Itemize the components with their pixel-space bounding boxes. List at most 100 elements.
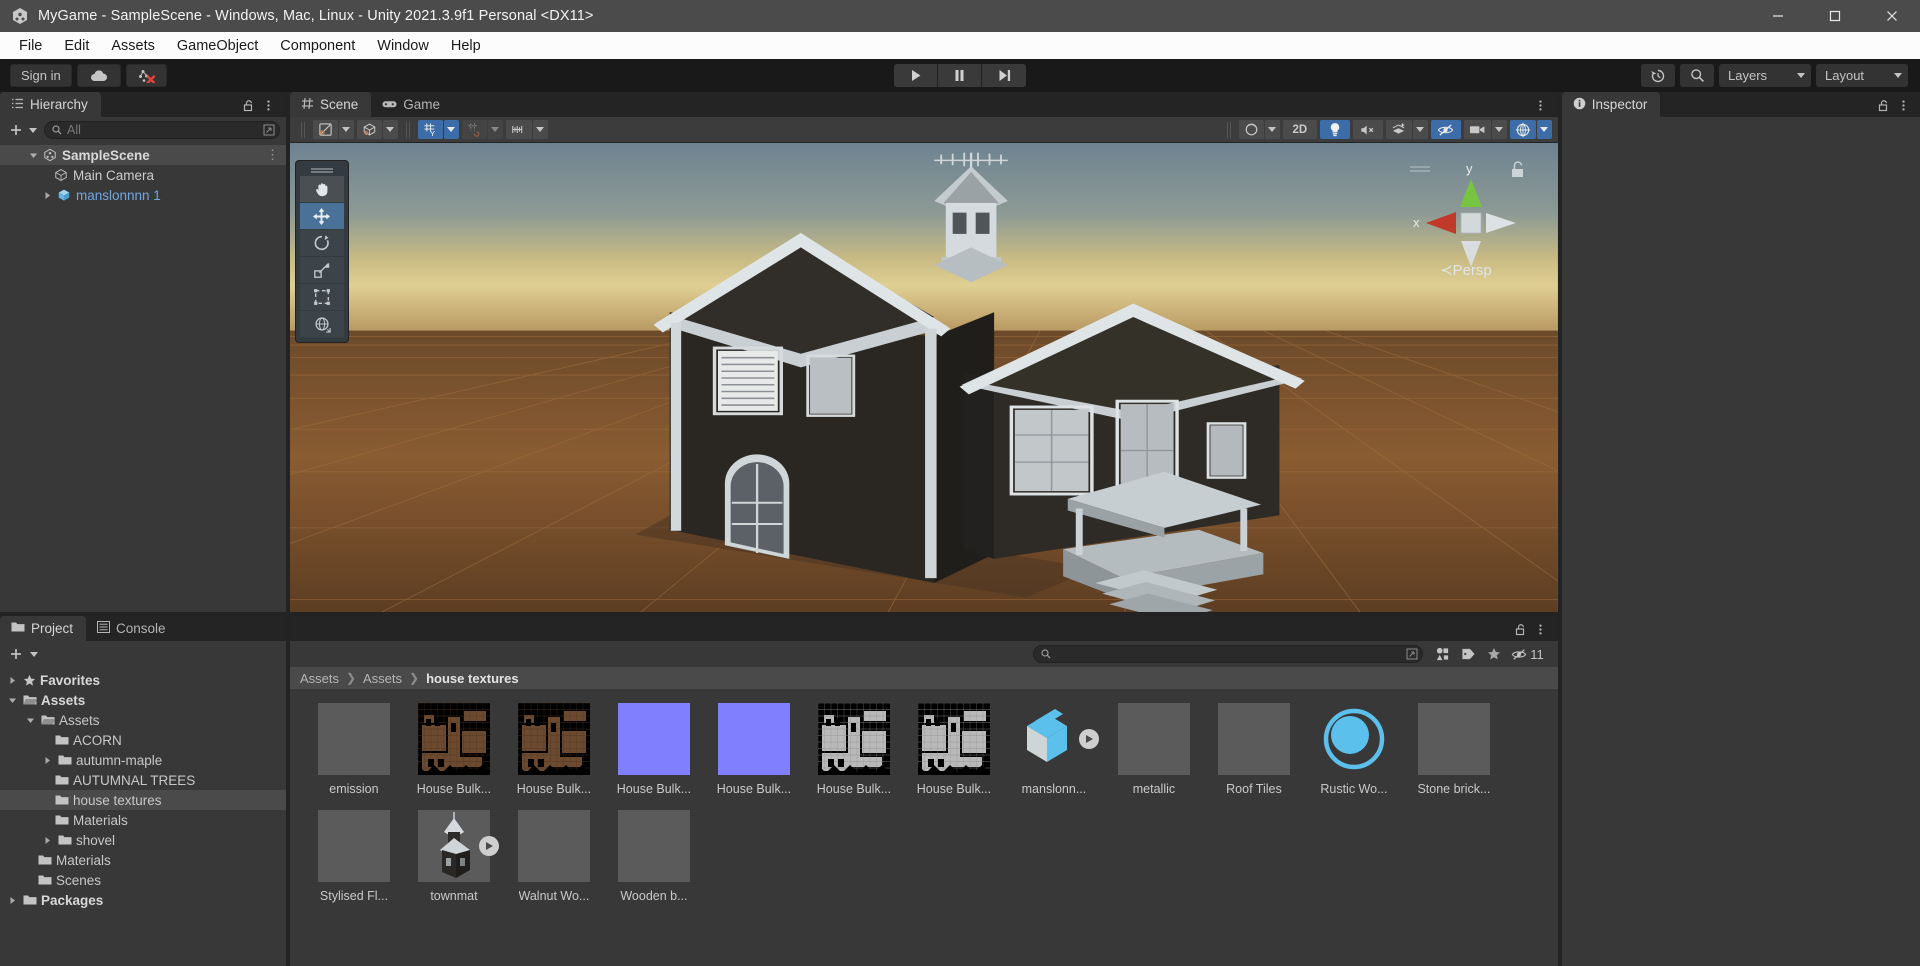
project-tree-item-shovel[interactable]: shovel <box>0 830 286 850</box>
close-icon[interactable] <box>1863 0 1920 32</box>
effects-dropdown[interactable] <box>1412 120 1428 139</box>
tab-game[interactable]: Game <box>371 92 453 117</box>
grid-axis-dropdown[interactable] <box>443 120 459 139</box>
kebab-menu-icon[interactable] <box>1532 620 1550 638</box>
audio-mute-icon[interactable] <box>1352 120 1383 139</box>
asset-item[interactable]: emission <box>305 703 403 796</box>
breadcrumb-item-1[interactable]: Assets <box>363 671 402 686</box>
snap-increment-dropdown[interactable] <box>487 120 503 139</box>
scene-orientation-gizmo[interactable]: y x ≺Persp <box>1404 157 1534 297</box>
menu-file[interactable]: File <box>8 35 53 57</box>
breadcrumb-item-0[interactable]: Assets <box>300 671 339 686</box>
project-add-button[interactable] <box>6 647 41 661</box>
project-tree-item-favorites[interactable]: Favorites <box>0 670 286 690</box>
project-tree-item-materials-root[interactable]: Materials <box>0 850 286 870</box>
project-search-input[interactable] <box>1056 647 1402 661</box>
visibility-off-icon[interactable] <box>1430 120 1461 139</box>
move-tool-icon[interactable] <box>299 203 344 229</box>
rotate-tool-icon[interactable] <box>299 230 344 256</box>
hidden-assets-indicator[interactable]: 11 <box>1507 647 1552 662</box>
minimize-icon[interactable] <box>1749 0 1806 32</box>
asset-item[interactable]: House Bulk... <box>905 703 1003 796</box>
project-tree-item-autumnal-trees[interactable]: AUTUMNAL TREES <box>0 770 286 790</box>
hand-tool-icon[interactable] <box>299 176 344 202</box>
star-icon[interactable] <box>1481 644 1507 664</box>
hierarchy-search-input[interactable] <box>67 123 258 137</box>
undo-history-icon[interactable] <box>1641 64 1675 87</box>
asset-item[interactable]: Walnut Wo... <box>505 810 603 903</box>
project-tree-item-acorn[interactable]: ACORN <box>0 730 286 750</box>
hierarchy-search-field[interactable] <box>44 121 280 139</box>
twisty-collapsed-icon[interactable] <box>6 896 19 905</box>
twisty-collapsed-icon[interactable] <box>41 756 54 765</box>
lighting-icon[interactable] <box>1319 120 1350 139</box>
toggle-2d-button[interactable]: 2D <box>1282 120 1317 139</box>
twisty-collapsed-icon[interactable] <box>40 191 54 200</box>
asset-item[interactable]: Stylised Fl... <box>305 810 403 903</box>
maximize-icon[interactable] <box>1806 0 1863 32</box>
project-tree-item-materials-inner[interactable]: Materials <box>0 810 286 830</box>
asset-preview-badge-icon[interactable] <box>1078 729 1099 749</box>
layers-dropdown[interactable]: Layers <box>1719 64 1811 87</box>
search-icon[interactable] <box>1680 64 1714 87</box>
project-search-field[interactable] <box>1033 645 1424 663</box>
toolbar-grip-3[interactable] <box>1226 121 1231 138</box>
shaded-mode-icon[interactable] <box>312 120 338 139</box>
menu-component[interactable]: Component <box>269 35 366 57</box>
hierarchy-item-samplescene[interactable]: SampleScene ⋮ <box>0 145 286 165</box>
2d-wire-icon[interactable] <box>356 120 382 139</box>
toolbar-grip-2[interactable] <box>405 121 410 138</box>
lock-open-icon[interactable] <box>1874 96 1892 114</box>
filter-type-icon[interactable] <box>1429 644 1455 664</box>
gizmos-dropdown[interactable] <box>1536 120 1552 139</box>
step-button[interactable] <box>982 64 1026 87</box>
twisty-expanded-icon[interactable] <box>26 151 40 160</box>
hierarchy-item-main-camera[interactable]: Main Camera <box>0 165 286 185</box>
asset-item[interactable]: House Bulk... <box>605 703 703 796</box>
grid-size-dropdown[interactable] <box>532 120 548 139</box>
kebab-menu-icon[interactable] <box>260 96 278 114</box>
hierarchy-add-button[interactable] <box>6 123 40 137</box>
asset-item[interactable]: Rustic Wo... <box>1305 703 1403 796</box>
kebab-menu-icon[interactable] <box>1894 96 1912 114</box>
asset-item[interactable]: metallic <box>1105 703 1203 796</box>
menu-edit[interactable]: Edit <box>53 35 100 57</box>
toolbar-grip[interactable] <box>300 121 305 138</box>
play-button[interactable] <box>894 64 938 87</box>
tab-scene[interactable]: Scene <box>289 92 372 117</box>
hierarchy-item-manslonnnn-1[interactable]: manslonnnn 1 <box>0 185 286 205</box>
asset-item[interactable]: House Bulk... <box>505 703 603 796</box>
asset-item[interactable]: House Bulk... <box>405 703 503 796</box>
tab-hierarchy[interactable]: Hierarchy <box>0 92 101 117</box>
transform-tool-icon[interactable] <box>299 311 344 337</box>
breadcrumb-item-2[interactable]: house textures <box>426 671 518 686</box>
shading-mode-dropdown[interactable] <box>338 120 354 139</box>
project-tree-item-packages[interactable]: Packages <box>0 890 286 910</box>
twisty-expanded-icon[interactable] <box>24 716 37 725</box>
kebab-menu-icon[interactable] <box>1532 96 1550 114</box>
scale-tool-icon[interactable] <box>299 257 344 283</box>
asset-preview-badge-icon[interactable] <box>478 836 499 856</box>
lock-open-icon[interactable] <box>240 96 258 114</box>
kebab-menu-icon[interactable]: ⋮ <box>266 147 279 163</box>
scene-viewport[interactable]: y x ≺Persp <box>289 143 1558 612</box>
asset-item[interactable]: manslonn... <box>1005 703 1103 796</box>
menu-assets[interactable]: Assets <box>100 35 166 57</box>
scene-camera-icon[interactable] <box>1463 120 1491 139</box>
asset-item[interactable]: Wooden b... <box>605 810 703 903</box>
menu-help[interactable]: Help <box>440 35 492 57</box>
project-tree-item-scenes[interactable]: Scenes <box>0 870 286 890</box>
asset-item[interactable]: House Bulk... <box>705 703 803 796</box>
project-tree-item-assets-sub[interactable]: Assets <box>0 710 286 730</box>
collab-error-icon[interactable] <box>125 64 167 87</box>
tab-inspector[interactable]: Inspector <box>1561 92 1661 117</box>
sign-in-button[interactable]: Sign in <box>10 64 72 87</box>
tab-project[interactable]: Project <box>0 616 87 641</box>
menu-gameobject[interactable]: GameObject <box>166 35 269 57</box>
cloud-icon[interactable] <box>76 64 121 87</box>
shaded-preview-icon[interactable] <box>1238 120 1264 139</box>
lock-open-icon[interactable] <box>1512 620 1530 638</box>
layout-dropdown[interactable]: Layout <box>1816 64 1908 87</box>
pause-button[interactable] <box>938 64 982 87</box>
twisty-expanded-icon[interactable] <box>6 696 19 705</box>
